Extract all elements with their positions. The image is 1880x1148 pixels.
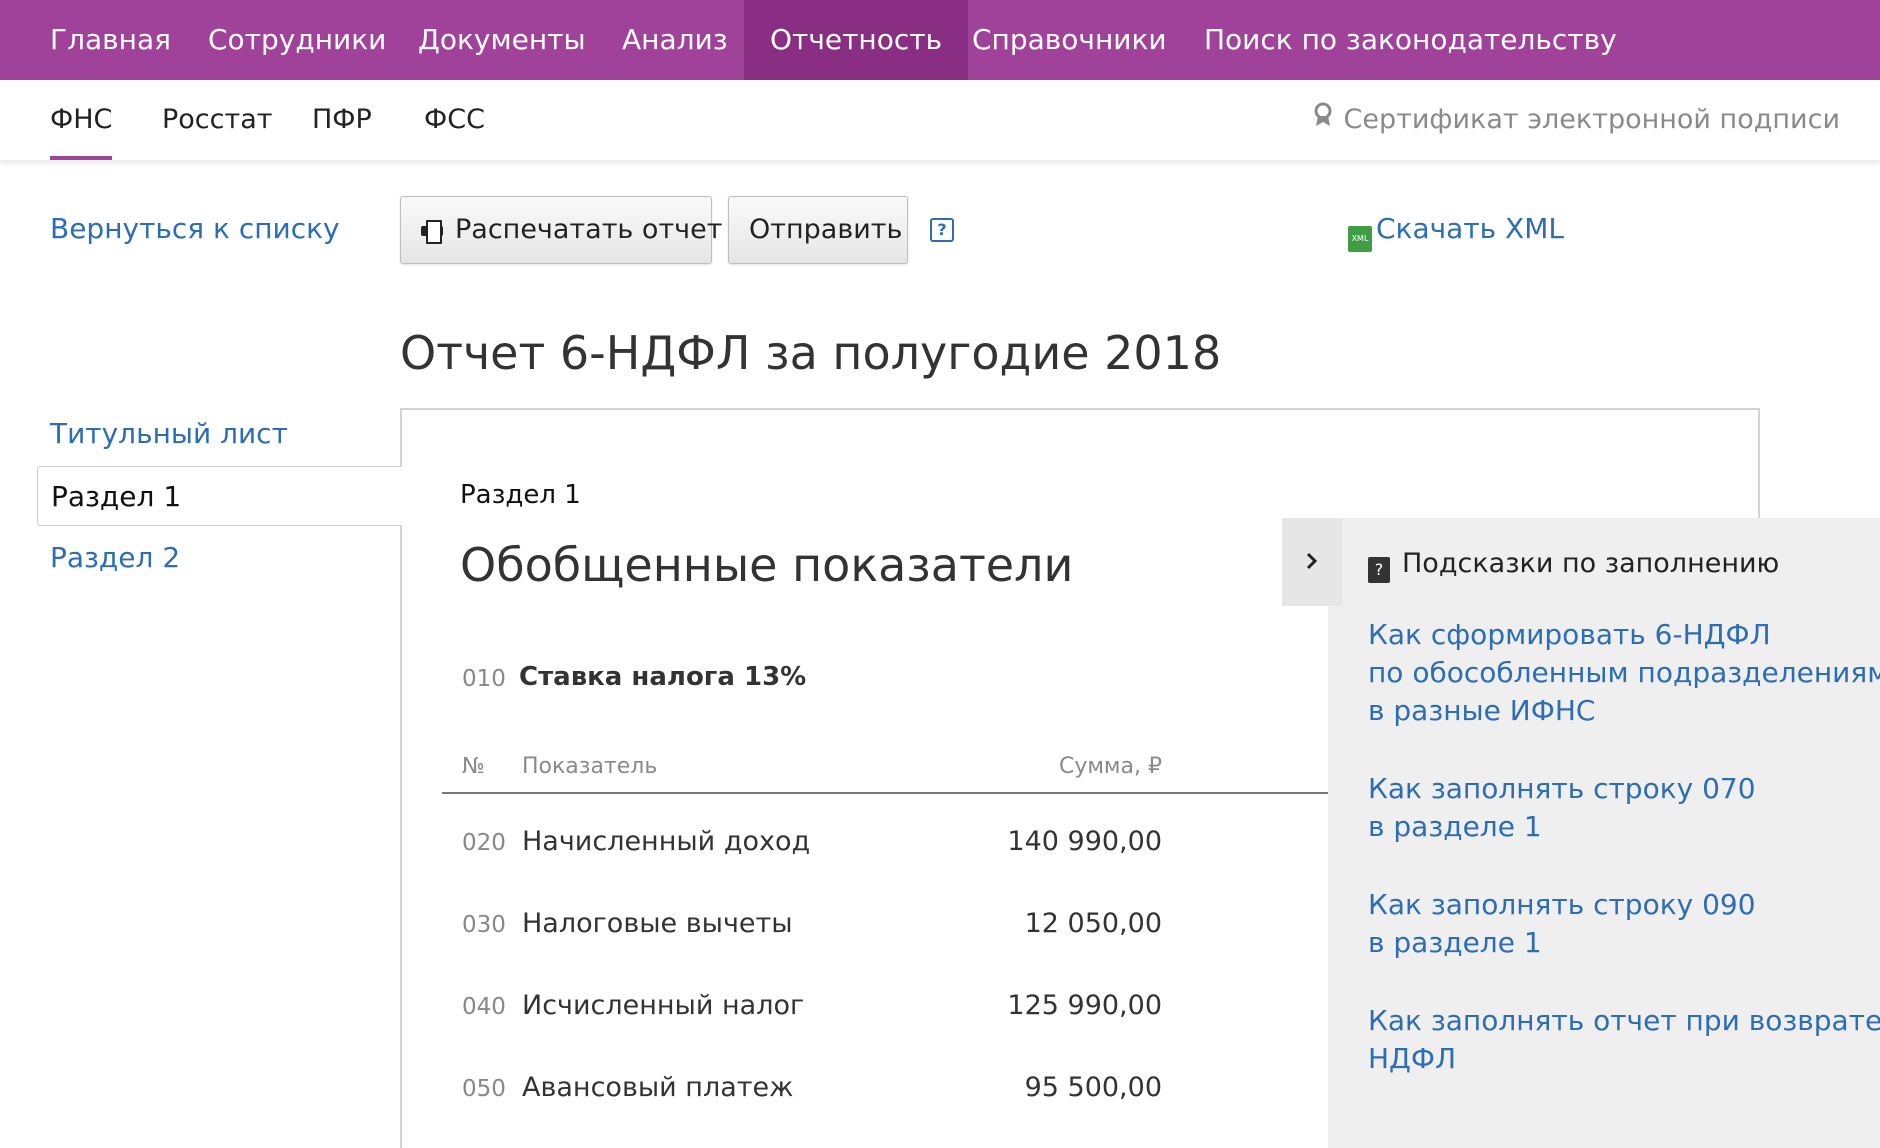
hint-line: в разделе 1 xyxy=(1368,810,1542,843)
subnav-tab-fss[interactable]: ФСС xyxy=(424,80,485,160)
top-navigation: Главная Сотрудники Документы Анализ Отче… xyxy=(0,0,1880,80)
topnav-item-legislation-search[interactable]: Поиск по законодательству xyxy=(1204,0,1617,80)
section-title: Обобщенные показатели xyxy=(460,538,1074,592)
hint-line: НДФЛ xyxy=(1368,1042,1457,1075)
chevron-right-icon[interactable] xyxy=(1282,518,1342,606)
row-code: 020 xyxy=(462,830,506,856)
row-sum[interactable]: 125 990,00 xyxy=(900,990,1162,1021)
table-header-indicator: Показатель xyxy=(522,754,658,779)
hints-title-label: Подсказки по заполнению xyxy=(1402,548,1780,579)
hint-line: Как заполнять отчет при возврате xyxy=(1368,1004,1880,1037)
print-report-label: Распечатать отчет xyxy=(455,214,723,245)
hint-link-separate-divisions[interactable]: Как сформировать 6-НДФЛ по обособленным … xyxy=(1368,616,1880,730)
hint-line: Как заполнять строку 070 xyxy=(1368,772,1756,805)
certificate-label: Сертификат электронной подписи xyxy=(1343,104,1840,135)
table-header-sum: Сумма, ₽ xyxy=(1058,754,1162,779)
download-xml-link[interactable]: XML Скачать XML xyxy=(1348,212,1564,252)
row-sum[interactable]: 95 500,00 xyxy=(900,1072,1162,1103)
row-code: 040 xyxy=(462,994,506,1020)
hint-line: Как сформировать 6-НДФЛ xyxy=(1368,618,1771,651)
sidebar-item-section-1[interactable]: Раздел 1 xyxy=(37,466,402,526)
hint-line: Как заполнять строку 090 xyxy=(1368,888,1756,921)
certificate-link[interactable]: Сертификат электронной подписи xyxy=(1310,80,1840,160)
sidebar-item-section-2[interactable]: Раздел 2 xyxy=(37,528,402,588)
hint-line: в разделе 1 xyxy=(1368,926,1542,959)
row-sum[interactable]: 12 050,00 xyxy=(900,908,1162,939)
report-title: Отчет 6-НДФЛ за полугодие 2018 xyxy=(400,326,1222,380)
subnav-tab-rosstat[interactable]: Росстат xyxy=(162,80,273,160)
hint-line: в разные ИФНС xyxy=(1368,694,1596,727)
send-label: Отправить xyxy=(749,214,903,245)
hint-link-line-070[interactable]: Как заполнять строку 070 в разделе 1 xyxy=(1368,770,1848,846)
hint-line: по обособленным подразделениям xyxy=(1368,656,1880,689)
help-icon[interactable]: ? xyxy=(930,218,954,242)
row-name: Авансовый платеж xyxy=(522,1072,794,1103)
subnav-tab-pfr[interactable]: ПФР xyxy=(312,80,372,160)
topnav-item-home[interactable]: Главная xyxy=(50,0,171,80)
rate-code: 010 xyxy=(462,666,506,692)
topnav-item-employees[interactable]: Сотрудники xyxy=(208,0,386,80)
row-sum[interactable]: 140 990,00 xyxy=(900,826,1162,857)
topnav-item-directories[interactable]: Справочники xyxy=(972,0,1167,80)
row-code: 030 xyxy=(462,912,506,938)
table-divider xyxy=(442,792,1330,794)
print-report-button[interactable]: Распечатать отчет xyxy=(400,196,722,264)
xml-file-icon: XML xyxy=(1348,226,1372,252)
topnav-item-analysis[interactable]: Анализ xyxy=(622,0,728,80)
subnav-tab-fns[interactable]: ФНС xyxy=(50,80,113,160)
hints-title: ? Подсказки по заполнению xyxy=(1368,548,1779,583)
help-book-icon: ? xyxy=(1368,557,1390,583)
topnav-item-documents[interactable]: Документы xyxy=(418,0,586,80)
send-button[interactable]: Отправить xyxy=(728,196,908,264)
hint-link-refund[interactable]: Как заполнять отчет при возврате НДФЛ xyxy=(1368,1002,1880,1078)
hint-link-line-090[interactable]: Как заполнять строку 090 в разделе 1 xyxy=(1368,886,1848,962)
certificate-icon xyxy=(1310,80,1336,160)
topnav-item-reporting[interactable]: Отчетность xyxy=(744,0,969,80)
row-name: Налоговые вычеты xyxy=(522,908,793,939)
tax-rate-label: Ставка налога 13% xyxy=(519,662,807,692)
section-label: Раздел 1 xyxy=(460,480,581,510)
back-to-list-link[interactable]: Вернуться к списку xyxy=(50,212,340,245)
download-xml-label: Скачать XML xyxy=(1376,212,1564,245)
row-name: Начисленный доход xyxy=(522,826,811,857)
row-code: 050 xyxy=(462,1076,506,1102)
row-name: Исчисленный налог xyxy=(522,990,805,1021)
table-header-number: № xyxy=(462,754,485,779)
printer-icon xyxy=(421,220,443,244)
sidebar-item-title-page[interactable]: Титульный лист xyxy=(37,404,402,464)
